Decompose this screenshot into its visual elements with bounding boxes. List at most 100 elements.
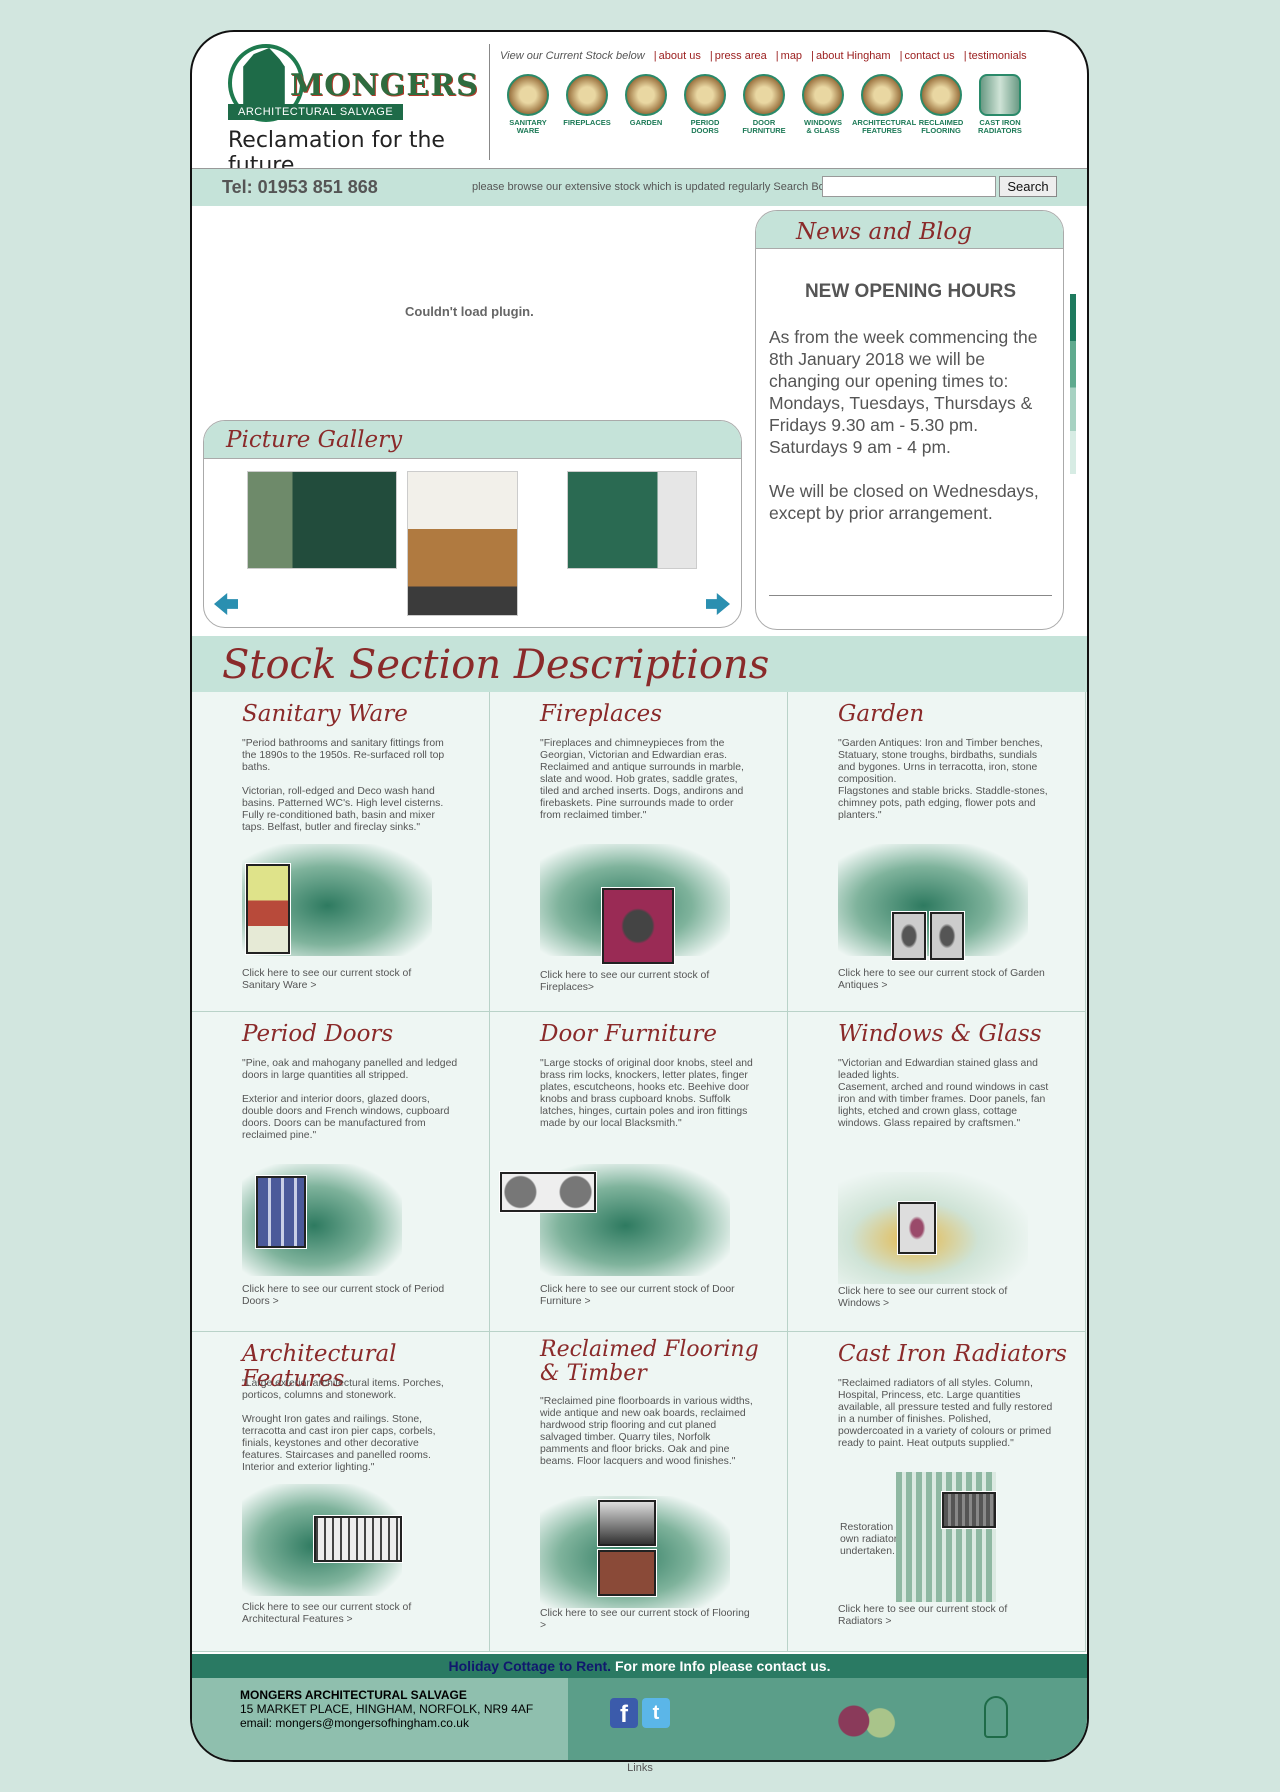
bath-icon [507, 74, 549, 116]
stock-door-furniture: Door Furniture "Large stocks of original… [490, 1012, 788, 1332]
fireplace-inset-image [601, 887, 675, 965]
page-frame: MONGERS ARCHITECTURAL SALVAGE Reclamatio… [190, 30, 1089, 1762]
facebook-icon[interactable]: f [610, 1698, 638, 1728]
nav-testimonials[interactable]: testimonials [969, 50, 1027, 62]
top-nav: View our Current Stock below | about us |… [500, 50, 1027, 62]
stock-link[interactable]: Click here to see our current stock of G… [838, 968, 1048, 992]
stock-link[interactable]: Click here to see our current stock of R… [838, 1604, 1048, 1628]
plugin-placeholder: Couldn't load plugin. [405, 304, 534, 319]
stock-reclaimed-flooring: Reclaimed Flooring & Timber "Reclaimed p… [490, 1332, 788, 1652]
stock-link[interactable]: Click here to see our current stock of A… [242, 1602, 452, 1626]
stock-link[interactable]: Click here to see our current stock of S… [242, 968, 452, 992]
news-divider [769, 595, 1052, 596]
search-input[interactable] [822, 176, 996, 197]
links-text[interactable]: Links [0, 1762, 1280, 1774]
nav-press-area[interactable]: press area [715, 50, 767, 62]
nav-intro: View our Current Stock below [500, 50, 645, 62]
section-title: Period Doors [242, 1021, 394, 1047]
radiator-icon [979, 74, 1021, 116]
browse-text: please browse our extensive stock which … [472, 181, 831, 193]
section-title: Fireplaces [540, 701, 663, 727]
gallery-photo-shopfront[interactable] [247, 471, 397, 569]
holiday-text: Holiday Cottage to Rent. [448, 1658, 612, 1674]
gallery-prev-arrow[interactable] [214, 593, 238, 615]
address: 15 MARKET PLACE, HINGHAM, NORFOLK, NR9 4… [240, 1702, 534, 1716]
holiday-contact-text: For more Info please contact us. [611, 1658, 831, 1674]
bath-inset-image [245, 863, 291, 955]
section-title: Cast Iron Radiators [838, 1341, 1067, 1367]
header-divider [489, 44, 490, 160]
section-title: Door Furniture [540, 1021, 718, 1047]
nav-map[interactable]: map [781, 50, 802, 62]
news-headline: NEW OPENING HOURS [804, 281, 1017, 302]
news-paragraph: As from the week commencing the 8th Janu… [769, 327, 1038, 457]
stock-grid: Sanitary Ware "Period bathrooms and sani… [192, 692, 1087, 1652]
nav-about-hingham[interactable]: about Hingham [816, 50, 891, 62]
flooring-inset-image [597, 1499, 657, 1547]
radiator-inset-image [941, 1491, 997, 1529]
category-architectural-features[interactable]: ARCHITECTURAL FEATURES [852, 74, 916, 135]
stock-fireplaces: Fireplaces "Fireplaces and chimneypieces… [490, 692, 788, 1012]
gallery-photo-sign[interactable] [567, 471, 697, 569]
footer-address: MONGERS ARCHITECTURAL SALVAGE 15 MARKET … [192, 1678, 568, 1760]
picture-gallery: Picture Gallery [203, 420, 742, 628]
door-knob-inset-image [499, 1171, 597, 1213]
stock-link[interactable]: Click here to see our current stock of F… [540, 1608, 750, 1632]
urn-icon [625, 74, 667, 116]
search-button[interactable]: Search [999, 176, 1057, 197]
logo[interactable]: MONGERS ARCHITECTURAL SALVAGE Reclamatio… [192, 32, 492, 178]
logo-name: MONGERS [290, 68, 479, 103]
stock-link[interactable]: Click here to see our current stock of D… [540, 1284, 750, 1308]
category-sanitary-ware[interactable]: SANITARY WARE [498, 74, 558, 135]
section-title: Reclaimed Flooring & Timber [540, 1337, 759, 1386]
stock-period-doors: Period Doors "Pine, oak and mahogany pan… [192, 1012, 490, 1332]
hellebore-flower-icon [834, 1702, 900, 1740]
stock-architectural-features: Architectural Features "Large exterior a… [192, 1332, 490, 1652]
gate-inset-image [313, 1515, 403, 1563]
category-door-furniture[interactable]: DOOR FURNITURE [734, 74, 794, 135]
stained-glass-inset-image [897, 1201, 937, 1255]
logo-subtitle: ARCHITECTURAL SALVAGE [228, 104, 404, 120]
holiday-banner[interactable]: Holiday Cottage to Rent. For more Info p… [192, 1654, 1087, 1678]
section-title: Windows & Glass [838, 1021, 1042, 1047]
column-icon [861, 74, 903, 116]
news-body: As from the week commencing the 8th Janu… [769, 326, 1039, 546]
telephone: Tel: 01953 851 868 [222, 177, 378, 197]
email[interactable]: email: mongers@mongersofhingham.co.uk [240, 1716, 469, 1730]
nav-contact-us[interactable]: contact us [905, 50, 955, 62]
flooring-icon [920, 74, 962, 116]
category-period-doors[interactable]: PERIOD DOORS [675, 74, 735, 135]
stock-cast-iron-radiators: Cast Iron Radiators "Reclaimed radiators… [788, 1332, 1086, 1652]
stock-link[interactable]: Click here to see our current stock of F… [540, 970, 750, 994]
stock-windows-glass: Windows & Glass "Victorian and Edwardian… [788, 1012, 1086, 1332]
category-garden[interactable]: GARDEN [616, 74, 676, 135]
stock-title: Stock Section Descriptions [222, 642, 770, 688]
footer-right: f t [568, 1678, 1087, 1760]
door-icon [684, 74, 726, 116]
urn-inset-image [929, 911, 965, 961]
tiles-inset-image [597, 1549, 657, 1597]
gallery-photo-fireplace[interactable] [407, 471, 518, 616]
category-reclaimed-flooring[interactable]: RECLAIMED FLOORING [911, 74, 971, 135]
company-name: MONGERS ARCHITECTURAL SALVAGE [240, 1688, 467, 1702]
gallery-next-arrow[interactable] [706, 593, 730, 615]
door-inset-image [255, 1175, 307, 1249]
category-icons: SANITARY WARE FIREPLACES GARDEN PERIOD DOO… [498, 74, 1029, 135]
stock-garden: Garden "Garden Antiques: Iron and Timber… [788, 692, 1086, 1012]
section-title: Sanitary Ware [242, 701, 408, 727]
category-windows-glass[interactable]: WINDOWS & GLASS [793, 74, 853, 135]
nav-about-us[interactable]: about us [659, 50, 701, 62]
stock-link[interactable]: Click here to see our current stock of W… [838, 1286, 1048, 1310]
news-blog: News and Blog NEW OPENING HOURS As from … [755, 210, 1064, 630]
news-paragraph: We will be closed on Wednesdays, except … [769, 481, 1039, 523]
salvo-seal-icon[interactable] [984, 1696, 1008, 1738]
fireplace-icon [566, 74, 608, 116]
category-cast-iron-radiators[interactable]: CAST IRON RADIATORS [970, 74, 1030, 135]
stock-link[interactable]: Click here to see our current stock of P… [242, 1284, 452, 1308]
news-scrollbar[interactable] [1070, 294, 1076, 474]
tel-bar: Tel: 01953 851 868 please browse our ext… [192, 168, 1087, 206]
twitter-icon[interactable]: t [642, 1698, 670, 1728]
door-knob-icon [743, 74, 785, 116]
urn-inset-image [891, 911, 927, 961]
category-fireplaces[interactable]: FIREPLACES [557, 74, 617, 135]
